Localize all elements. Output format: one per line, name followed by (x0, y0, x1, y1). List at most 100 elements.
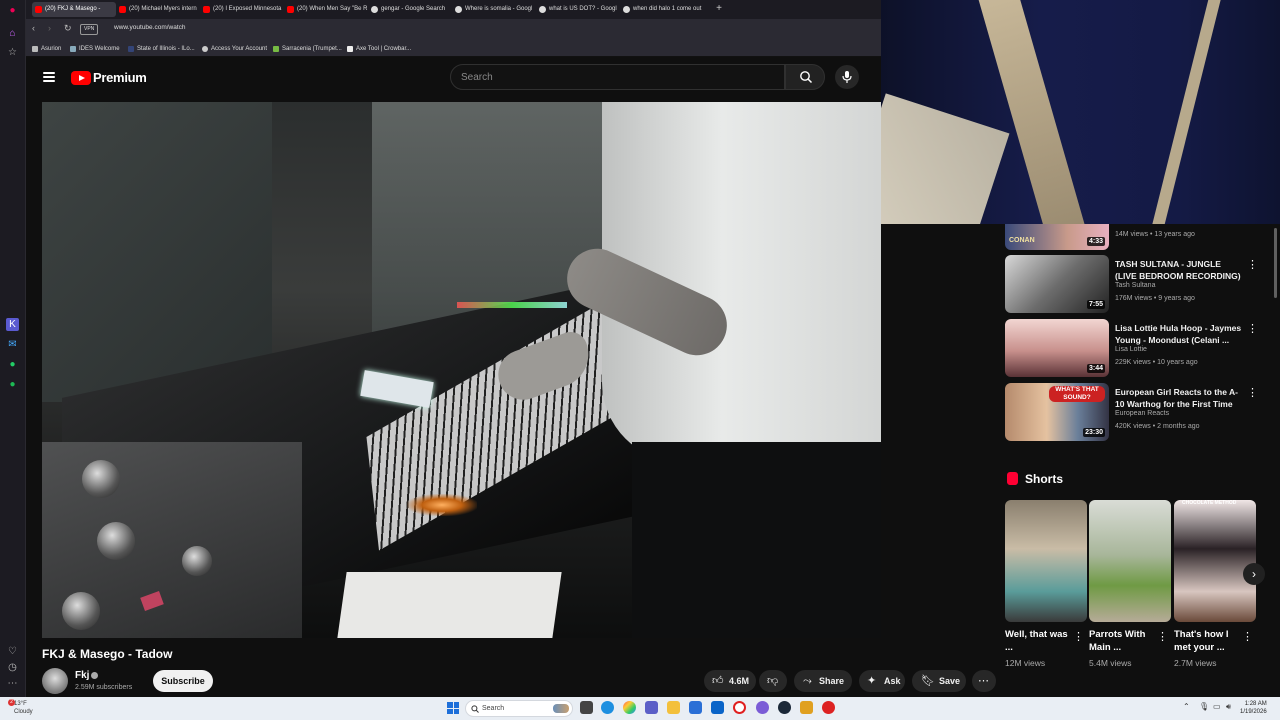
bookmark-item[interactable]: Axe Tool | Crowbar... (347, 44, 411, 54)
app-icon[interactable] (756, 701, 769, 714)
reload-icon[interactable]: ↻ (64, 23, 72, 34)
short-thumbnail[interactable] (1005, 500, 1087, 622)
search-button[interactable] (785, 64, 825, 90)
task-view-icon[interactable] (580, 701, 593, 714)
short-item[interactable]: CHOCOLATE METHOD That's how I met your .… (1174, 500, 1256, 674)
forward-icon[interactable]: › (48, 23, 51, 33)
short-thumbnail[interactable]: CHOCOLATE METHOD (1174, 500, 1256, 622)
more-vert-icon[interactable]: ⋮ (1247, 322, 1258, 336)
share-button[interactable]: ⤳ Share (794, 670, 852, 692)
bookmark-item[interactable]: IDES Welcome (70, 44, 120, 54)
more-vert-icon[interactable]: ⋮ (1247, 386, 1258, 400)
steam-icon[interactable] (778, 701, 791, 714)
new-tab-button[interactable]: + (713, 2, 725, 16)
webcam-scene-stick (975, 0, 1087, 224)
short-title[interactable]: That's how I met your ... (1174, 628, 1239, 654)
opera-icon[interactable] (733, 701, 746, 714)
recommendation-thumbnail[interactable]: CONAN 4:33 (1005, 224, 1109, 250)
ask-button[interactable]: ✦ Ask (859, 670, 905, 692)
search-icon (471, 705, 479, 713)
recommendation-thumbnail[interactable]: WHAT'S THAT SOUND? 23:30 (1005, 383, 1109, 441)
share-icon: ⤳ (803, 675, 812, 687)
spotify-icon[interactable]: ● (6, 378, 19, 391)
history-icon[interactable]: ◷ (6, 661, 19, 674)
more-vert-icon[interactable]: ⋮ (1247, 258, 1258, 272)
file-explorer-icon[interactable] (667, 701, 680, 714)
globe-icon (202, 46, 208, 52)
tab-halo[interactable]: when did halo 1 come out (620, 2, 708, 17)
bookmark-item[interactable]: Sarracenia (Trumpet... (273, 44, 342, 54)
copilot-icon[interactable] (623, 701, 636, 714)
recommendation-channel[interactable]: Lisa Lottie (1115, 346, 1147, 353)
bookmark-item[interactable]: State of Illinois - ILo... (128, 44, 195, 54)
weather-widget[interactable]: 2 13°F Cloudy (8, 699, 33, 716)
recommendation-item[interactable]: WHAT'S THAT SOUND? 23:30 European Girl R… (1005, 383, 1275, 443)
home-icon[interactable]: ⌂ (6, 27, 19, 40)
recommendation-item[interactable]: CONAN 4:33 14M views • 13 years ago (1005, 224, 1275, 250)
tab-fkj[interactable]: (20) FKJ & Masego - (32, 2, 116, 17)
more-vert-icon[interactable]: ⋮ (1073, 630, 1084, 643)
save-button[interactable]: 🔖︎ Save (912, 670, 966, 692)
tab-gengar[interactable]: gengar - Google Search (368, 2, 452, 17)
short-item[interactable]: Well, that was ... 12M views ⋮ (1005, 500, 1087, 674)
store-icon[interactable] (689, 701, 702, 714)
chevron-up-icon[interactable]: ⌃ (1183, 702, 1190, 711)
search-input[interactable] (461, 70, 761, 85)
recommendation-item[interactable]: 3:44 Lisa Lottie Hula Hoop - Jaymes Youn… (1005, 319, 1275, 379)
tab-when-men-say[interactable]: (20) When Men Say "Be R (284, 2, 368, 17)
tab-minnesota[interactable]: (20) I Exposed Minnesota (200, 2, 284, 17)
display-icon[interactable]: ▭ (1213, 702, 1221, 711)
channel-avatar[interactable] (42, 668, 68, 694)
outlook-icon[interactable] (711, 701, 724, 714)
channel-name[interactable]: Fkj (75, 670, 89, 681)
app-icon[interactable]: K (6, 318, 19, 331)
subscribe-button[interactable]: Subscribe (153, 670, 213, 692)
app-icon[interactable] (822, 701, 835, 714)
recommendation-title[interactable]: European Girl Reacts to the A-10 Warthog… (1115, 386, 1243, 410)
recommendation-title[interactable]: Lisa Lottie Hula Hoop - Jaymes Young - M… (1115, 322, 1243, 346)
whatsapp-icon[interactable]: ● (6, 358, 19, 371)
chevron-right-icon[interactable]: › (1243, 563, 1265, 585)
like-button[interactable]: 👍︎ 4.6M (704, 670, 756, 692)
tab-somalia[interactable]: Where is somalia - Googl (452, 2, 536, 17)
dislike-button[interactable]: 👎︎ (759, 670, 787, 692)
heart-icon[interactable]: ♡ (6, 645, 19, 658)
more-vert-icon[interactable]: ⋮ (1242, 630, 1253, 643)
tab-michael-myers[interactable]: (20) Michael Myers intern (116, 2, 200, 17)
short-title[interactable]: Well, that was ... (1005, 628, 1070, 654)
short-item[interactable]: Parrots With Main ... 5.4M views ⋮ (1089, 500, 1171, 674)
more-vert-icon[interactable]: ⋮ (1157, 630, 1168, 643)
browser-logo-icon[interactable]: ● (6, 4, 19, 17)
star-icon[interactable]: ☆ (6, 46, 19, 59)
hamburger-menu-icon[interactable] (43, 72, 55, 82)
taskbar-search[interactable]: Search (465, 700, 573, 717)
recommendation-item[interactable]: 7:55 TASH SULTANA - JUNGLE (LIVE BEDROOM… (1005, 255, 1275, 315)
voice-search-button[interactable] (835, 65, 859, 89)
recommendation-title[interactable]: TASH SULTANA - JUNGLE (LIVE BEDROOM RECO… (1115, 258, 1243, 282)
vpn-badge[interactable]: VPN (80, 24, 99, 35)
messenger-icon[interactable]: ✉ (6, 338, 19, 351)
app-icon[interactable] (800, 701, 813, 714)
microphone-icon[interactable]: 🎙︎ (1199, 702, 1209, 711)
edge-icon[interactable] (601, 701, 614, 714)
recommendation-thumbnail[interactable]: 7:55 (1005, 255, 1109, 313)
more-icon[interactable]: ⋯ (6, 677, 19, 690)
recommendation-channel[interactable]: Tash Sultana (1115, 282, 1155, 289)
recommendation-channel[interactable]: European Reacts (1115, 410, 1169, 417)
video-player[interactable] (42, 102, 881, 638)
volume-icon[interactable]: 🔊︎ (1226, 702, 1231, 712)
more-actions-button[interactable]: ⋯ (972, 670, 996, 692)
tab-us-dot[interactable]: what is US DOT? - Googl (536, 2, 620, 17)
short-title[interactable]: Parrots With Main ... (1089, 628, 1154, 654)
sidebar-scrollbar[interactable] (1274, 228, 1277, 298)
system-clock[interactable]: 1:28 AM 1/19/2026 (1240, 700, 1267, 716)
video-scene-glow (407, 494, 477, 516)
bookmark-item[interactable]: Asurion (32, 44, 61, 54)
back-icon[interactable]: ‹ (32, 23, 35, 33)
short-thumbnail[interactable] (1089, 500, 1171, 622)
windows-start-icon[interactable] (447, 702, 459, 714)
teams-icon[interactable] (645, 701, 658, 714)
recommendation-thumbnail[interactable]: 3:44 (1005, 319, 1109, 377)
bookmark-item[interactable]: Access Your Account (202, 44, 267, 54)
url-field[interactable]: www.youtube.com/watch (114, 24, 186, 31)
